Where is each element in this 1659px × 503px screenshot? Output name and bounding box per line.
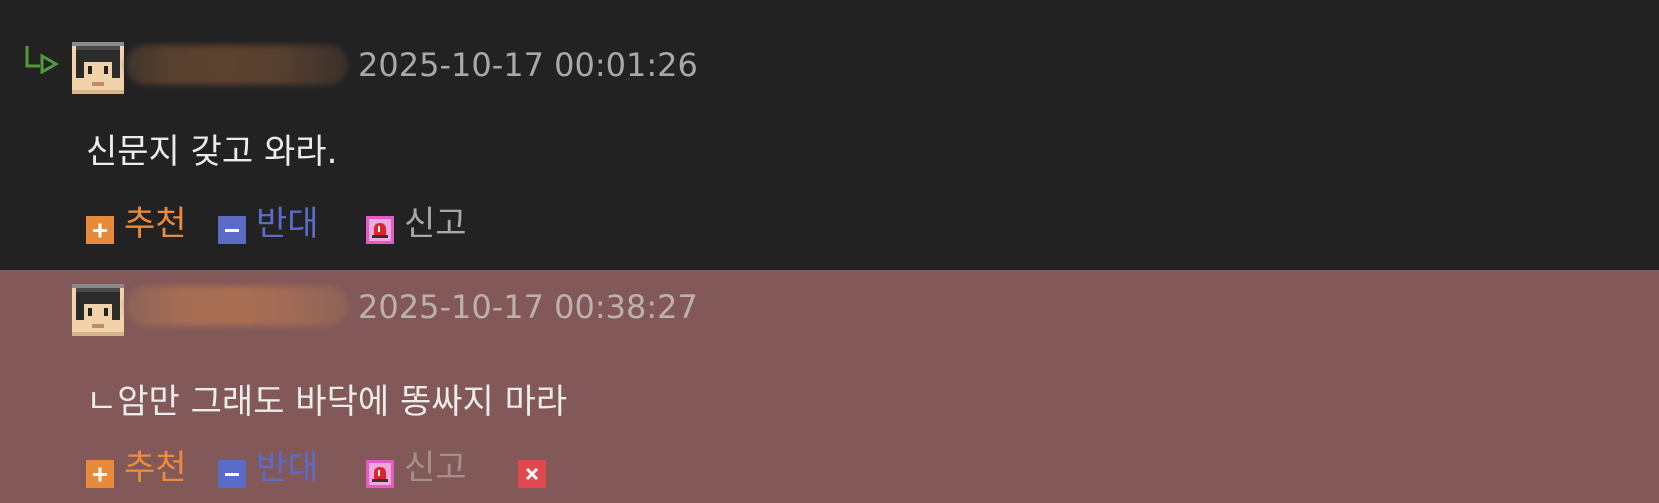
comment-item: 2025-10-17 00:01:26 신문지 갖고 와라. 추천 반대 신고 [0, 0, 1659, 270]
report-button[interactable]: 신고 [366, 448, 476, 488]
avatar[interactable] [72, 284, 124, 336]
plus-icon [86, 460, 114, 488]
comment-item-highlighted: 2025-10-17 00:38:27 ㄴ암만 그래도 바닥에 똥싸지 마라 추… [0, 270, 1659, 503]
delete-button[interactable] [518, 448, 548, 488]
siren-icon [366, 460, 394, 488]
upvote-button[interactable]: 추천 [86, 448, 196, 488]
upvote-label: 추천 [124, 204, 187, 244]
report-button[interactable]: 신고 [366, 204, 476, 244]
nickname-redacted[interactable] [126, 45, 348, 85]
report-label: 신고 [404, 448, 467, 488]
comment-text: 신문지 갖고 와라. [86, 132, 338, 172]
comment-timestamp: 2025-10-17 00:01:26 [358, 46, 698, 84]
comment-text: ㄴ암만 그래도 바닥에 똥싸지 마라 [86, 382, 568, 422]
downvote-button[interactable]: 반대 [218, 204, 328, 244]
upvote-label: 추천 [124, 448, 187, 488]
downvote-label: 반대 [256, 204, 319, 244]
reply-arrow-icon [25, 46, 60, 74]
nickname-redacted[interactable] [126, 286, 348, 326]
siren-icon [366, 216, 394, 244]
upvote-button[interactable]: 추천 [86, 204, 196, 244]
close-icon [518, 460, 546, 488]
minus-icon [218, 216, 246, 244]
report-label: 신고 [404, 204, 467, 244]
plus-icon [86, 216, 114, 244]
avatar[interactable] [72, 42, 124, 94]
downvote-button[interactable]: 반대 [218, 448, 328, 488]
minus-icon [218, 460, 246, 488]
downvote-label: 반대 [256, 448, 319, 488]
comment-timestamp: 2025-10-17 00:38:27 [358, 288, 698, 326]
